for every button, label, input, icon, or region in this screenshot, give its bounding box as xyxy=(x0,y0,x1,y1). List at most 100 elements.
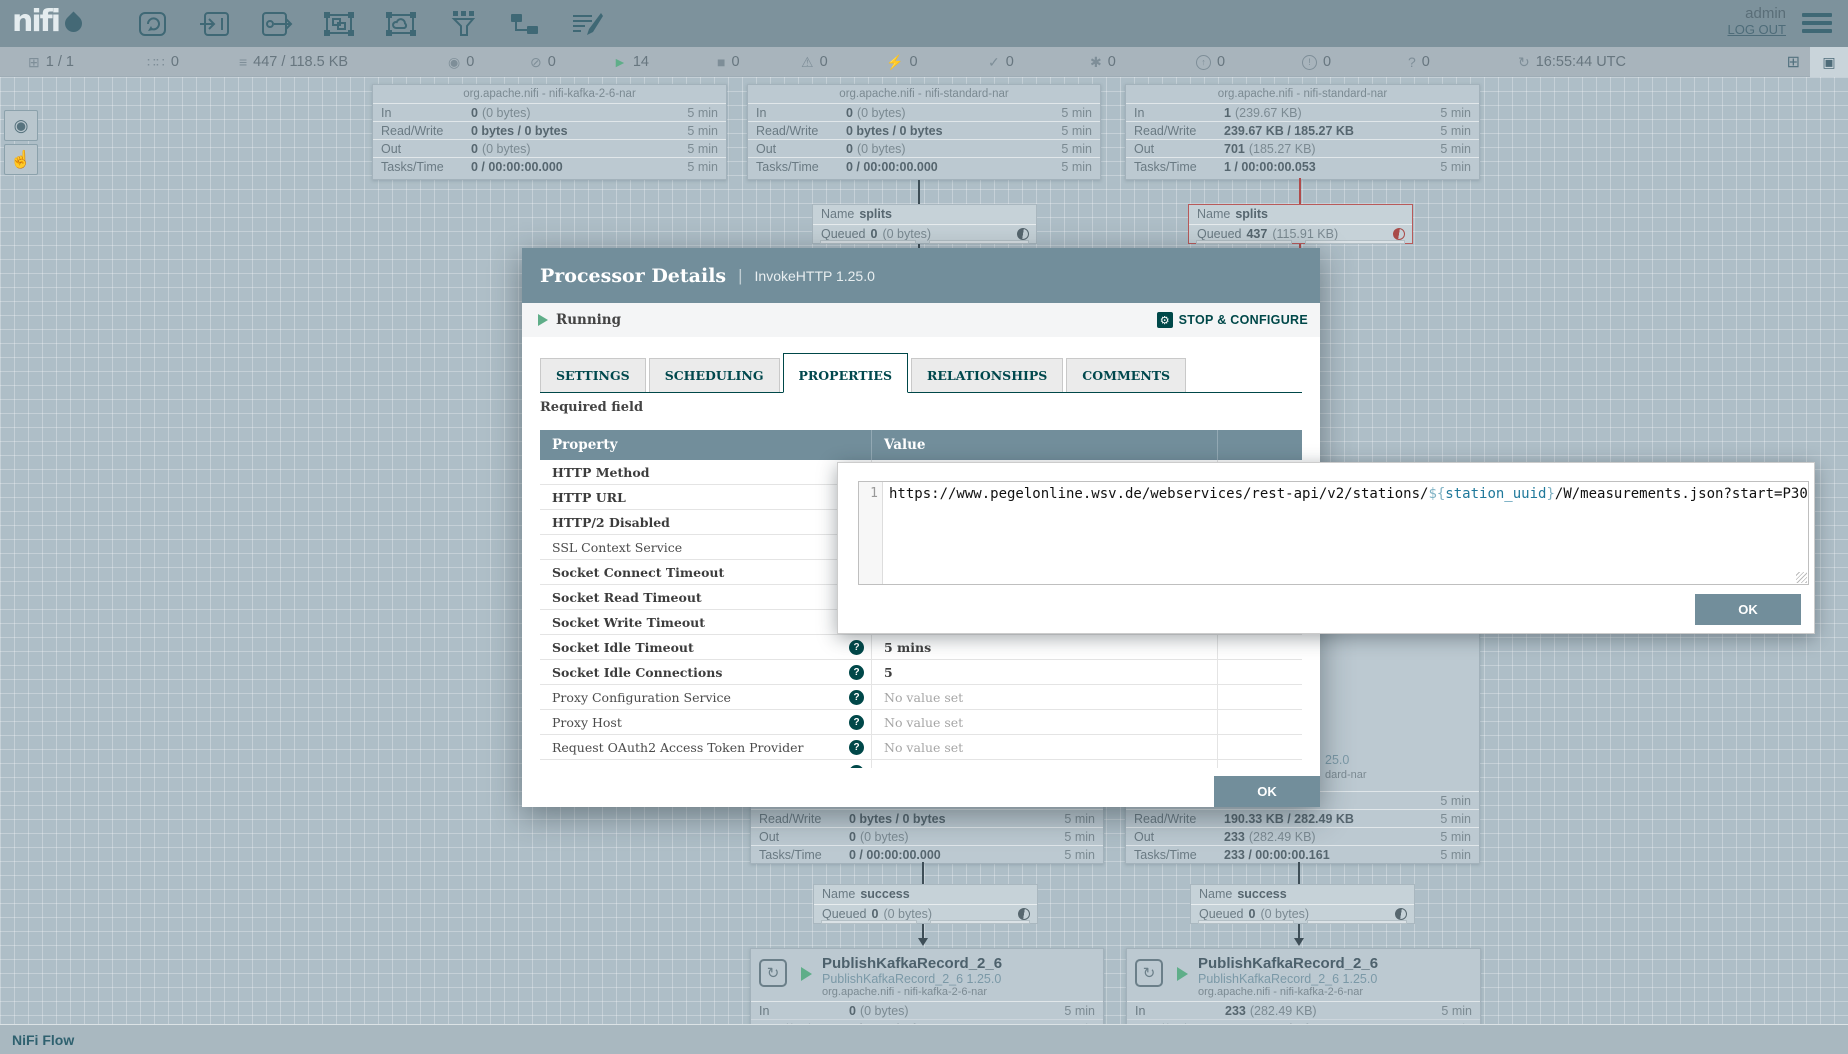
stat-value: 0 bytes / 0 bytes xyxy=(471,122,687,139)
help-icon[interactable] xyxy=(849,640,864,655)
connection-name: success xyxy=(1237,885,1286,904)
editor-ok-button[interactable]: OK xyxy=(1695,594,1801,625)
help-icon[interactable] xyxy=(849,740,864,755)
tab-comments[interactable]: COMMENTS xyxy=(1066,358,1186,392)
output-port-icon[interactable] xyxy=(257,6,297,42)
stat-row: Read/Write0 bytes / 0 bytes5 min xyxy=(748,121,1100,139)
property-name: HTTP URL xyxy=(540,485,872,509)
property-value[interactable]: 5 mins xyxy=(872,635,1218,659)
stat-row: In233(282.49 KB)5 min xyxy=(1127,1001,1480,1019)
property-name: HTTP Method xyxy=(540,460,872,484)
tab-properties[interactable]: PROPERTIES xyxy=(783,353,908,393)
stop-and-configure-button[interactable]: ⚙ STOP & CONFIGURE xyxy=(1157,312,1308,328)
birdseye-icon[interactable]: ⊞ xyxy=(1787,52,1800,72)
processor-title: PublishKafkaRecord_2_6 xyxy=(822,955,1002,972)
nifi-logo: nifi xyxy=(12,4,82,39)
running-icon xyxy=(538,314,548,326)
funnel-icon[interactable] xyxy=(443,6,483,42)
code-editor[interactable]: 1 https://www.pegelonline.wsv.de/webserv… xyxy=(858,481,1809,585)
logout-link[interactable]: LOG OUT xyxy=(1727,22,1786,37)
ports-icon: ∷∷ xyxy=(147,54,165,71)
processor-title: PublishKafkaRecord_2_6 xyxy=(1198,955,1378,972)
process-group-icon[interactable] xyxy=(319,6,359,42)
remote-process-group-icon[interactable] xyxy=(381,6,421,42)
stop-configure-icon: ⚙ xyxy=(1157,312,1173,328)
connection-label: Namesuccess Queued0(0 bytes) xyxy=(1190,884,1415,924)
processor-bundle: org.apache.nifi - nifi-kafka-2-6-nar xyxy=(1198,986,1378,998)
tab-settings[interactable]: SETTINGS xyxy=(540,358,646,392)
locally-modified-stale-icon: ! xyxy=(1302,55,1317,70)
sync-failure-status: ?0 xyxy=(1408,47,1430,77)
locally-modified-stale-status: !0 xyxy=(1302,47,1331,77)
breadcrumb-bar: NiFi Flow xyxy=(0,1024,1848,1054)
property-column-header: Property xyxy=(540,430,872,460)
stat-row: In1(239.67 KB)5 min xyxy=(1126,103,1479,121)
arrowhead-icon xyxy=(1294,938,1304,946)
tab-relationships[interactable]: RELATIONSHIPS xyxy=(911,358,1063,392)
value-editor-popup: 1 https://www.pegelonline.wsv.de/webserv… xyxy=(837,462,1815,634)
operate-palette-button[interactable]: ☝ xyxy=(4,144,38,175)
resize-handle[interactable] xyxy=(1796,572,1807,583)
stat-label: In xyxy=(381,104,471,121)
breadcrumb[interactable]: NiFi Flow xyxy=(12,1032,74,1048)
property-value[interactable]: 5 xyxy=(872,660,1218,684)
connection-label-alert: Namesplits Queued437(115.91 KB) xyxy=(1188,204,1413,244)
help-icon[interactable] xyxy=(849,765,864,769)
navigate-palette-button[interactable]: ◉ xyxy=(4,110,38,141)
property-value-empty[interactable]: No value set xyxy=(872,760,1218,768)
property-name: HTTP/2 Disabled xyxy=(540,510,872,534)
queue-indicator-icon xyxy=(1395,908,1407,920)
not-transmitting-icon: ⊘ xyxy=(530,54,542,71)
up-to-date-status: ✓0 xyxy=(988,47,1014,77)
url-value-text[interactable]: https://www.pegelonline.wsv.de/webservic… xyxy=(883,482,1808,584)
cluster-status: ⊞1 / 1 xyxy=(28,47,74,77)
property-value-empty[interactable]: No value set xyxy=(872,685,1218,709)
dialog-status-row: Running ⚙ STOP & CONFIGURE xyxy=(522,303,1320,337)
transmitting-icon: ◉ xyxy=(448,54,460,71)
help-icon[interactable] xyxy=(849,665,864,680)
new-processor-icon[interactable] xyxy=(133,6,173,42)
stat-row: Read/Write0 bytes / 0 bytes5 min xyxy=(373,121,726,139)
global-menu-icon[interactable] xyxy=(1802,13,1832,33)
help-icon[interactable] xyxy=(849,690,864,705)
connection-label: Namesplits Queued0(0 bytes) xyxy=(812,204,1037,244)
connection-name: success xyxy=(860,885,909,904)
queue-indicator-icon xyxy=(1018,908,1030,920)
connection-name: splits xyxy=(859,205,892,224)
dialog-header: Processor Details | InvokeHTTP 1.25.0 xyxy=(522,248,1320,303)
property-name: SSL Context Service xyxy=(540,535,872,559)
processor-bundle: org.apache.nifi - nifi-kafka-2-6-nar xyxy=(373,85,726,103)
backpressure-bar xyxy=(1198,920,1294,924)
template-icon[interactable] xyxy=(505,6,545,42)
refresh-icon[interactable]: ↻ xyxy=(1518,54,1530,71)
processor-state: Running xyxy=(556,312,621,328)
queued-status: ≡447 / 118.5 KB xyxy=(239,47,348,77)
connection-line xyxy=(922,924,924,938)
processor-type-icon: ↻ xyxy=(1135,959,1163,987)
running-status: ►14 xyxy=(613,47,649,77)
processor-bundle: org.apache.nifi - nifi-standard-nar xyxy=(748,85,1100,103)
dialog-ok-button[interactable]: OK xyxy=(1214,776,1320,807)
table-row: Socket Idle Connections5 xyxy=(540,660,1302,685)
help-icon[interactable] xyxy=(849,715,864,730)
stat-row: Out0(0 bytes)5 min xyxy=(373,139,726,157)
processor-type-icon: ↻ xyxy=(759,959,787,987)
search-panel-button[interactable]: ▣ xyxy=(1810,47,1848,77)
stat-row: Read/Write0 bytes / 0 bytes5 min xyxy=(751,809,1103,827)
tab-scheduling[interactable]: SCHEDULING xyxy=(649,358,780,392)
input-port-icon[interactable] xyxy=(195,6,235,42)
property-value-empty[interactable]: No value set xyxy=(872,735,1218,759)
property-name: Request OAuth2 Access Token Provider xyxy=(540,735,872,759)
queue-indicator-icon xyxy=(1393,228,1405,240)
property-value-empty[interactable]: No value set xyxy=(872,710,1218,734)
backpressure-bar xyxy=(929,240,1029,244)
stopped-icon: ■ xyxy=(717,54,725,70)
property-name: Proxy Configuration Service xyxy=(540,685,872,709)
property-name: Socket Idle Connections xyxy=(540,660,872,684)
port-status: ∷∷0 xyxy=(147,47,179,77)
property-name: Socket Write Timeout xyxy=(540,610,872,634)
connection-line xyxy=(918,180,920,204)
processor-mini: org.apache.nifi - nifi-kafka-2-6-nar In0… xyxy=(372,84,727,180)
label-icon[interactable] xyxy=(567,6,607,42)
up-to-date-icon: ✓ xyxy=(988,54,1000,71)
